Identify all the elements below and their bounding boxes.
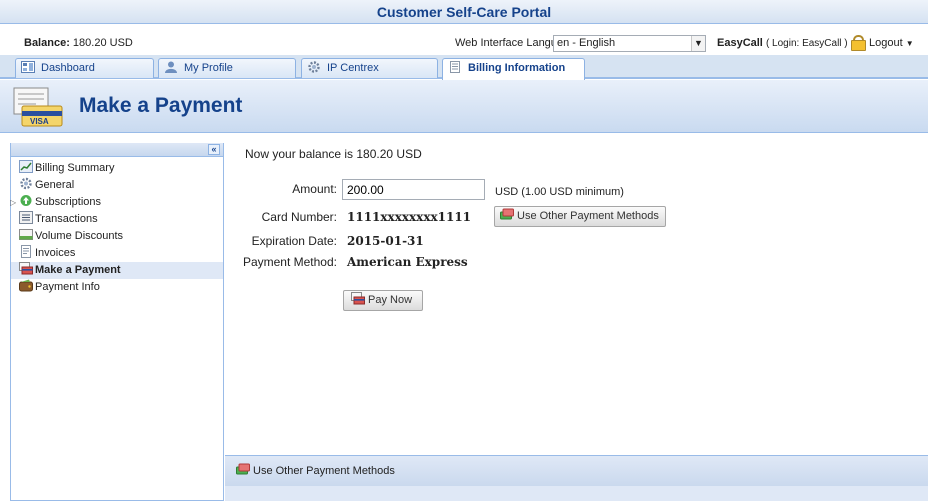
balance-value: 180.20 USD (72, 37, 133, 49)
main-tabs: Dashboard My Profile IP Centrex Billing … (0, 55, 928, 80)
page-title: Make a Payment (79, 94, 243, 117)
language-select[interactable]: en - English ▼ (553, 35, 706, 52)
gear-icon (20, 177, 32, 190)
tab-dashboard-label: Dashboard (41, 62, 95, 74)
invoice-icon (21, 245, 31, 258)
logout-button[interactable]: Logout ▼ (851, 32, 914, 55)
lock-icon (851, 35, 866, 51)
sidebar: « Billing Summary General ▷ Subscription… (10, 143, 224, 501)
sidebar-item-transactions[interactable]: Transactions (11, 211, 223, 228)
pay-now-label: Pay Now (368, 294, 413, 306)
sidebar-item-label: Billing Summary (35, 162, 115, 174)
tab-ip-centrex-label: IP Centrex (327, 62, 379, 74)
language-value: en - English (557, 37, 616, 49)
sidebar-header: « (11, 143, 223, 157)
dashboard-icon (21, 61, 35, 73)
payment-card-icon (19, 262, 33, 275)
logout-label: Logout (869, 37, 903, 49)
current-balance-text: Now your balance is 180.20 USD (245, 147, 422, 161)
payment-methods-icon (500, 208, 514, 220)
user-info: EasyCall ( Login: EasyCall ) (717, 32, 848, 55)
sidebar-item-general[interactable]: General (11, 177, 223, 194)
payment-card-icon (351, 292, 365, 305)
expiration-date-label: Expiration Date: (251, 234, 337, 248)
use-other-payment-methods-label: Use Other Payment Methods (517, 210, 659, 222)
user-icon (165, 61, 177, 73)
sidebar-item-invoices[interactable]: Invoices (11, 245, 223, 262)
chart-icon (19, 160, 33, 173)
footer-use-other-payment-methods-button[interactable]: Use Other Payment Methods (235, 463, 395, 477)
footer-bottom-bar (225, 486, 928, 501)
tab-my-profile[interactable]: My Profile (158, 58, 296, 78)
user-login: ( Login: EasyCall ) (765, 38, 848, 49)
payment-form: Now your balance is 180.20 USD Amount: U… (225, 133, 928, 501)
tab-billing-information[interactable]: Billing Information (442, 58, 585, 80)
info-bar: Balance: 180.20 USD Web Interface Langua… (0, 32, 928, 54)
page-header: VISA Make a Payment (0, 80, 928, 133)
document-icon (450, 61, 460, 73)
subscriptions-icon (20, 195, 32, 206)
sidebar-item-payment-info[interactable]: Payment Info (11, 279, 223, 296)
window-title: Customer Self-Care Portal (0, 0, 928, 24)
user-name: EasyCall (717, 37, 763, 49)
list-icon (19, 211, 33, 224)
footer-toolbar: Use Other Payment Methods (225, 455, 928, 486)
sidebar-item-label: Payment Info (35, 281, 100, 293)
chevron-down-icon[interactable]: ▼ (691, 36, 705, 51)
payment-method-value: American Express (347, 255, 468, 269)
sidebar-item-label: Transactions (35, 213, 98, 225)
sidebar-item-volume-discounts[interactable]: Volume Discounts (11, 228, 223, 245)
card-number-value: 1111xxxxxxxx1111 (347, 210, 472, 224)
discount-icon (19, 229, 33, 240)
tab-ip-centrex[interactable]: IP Centrex (301, 58, 438, 78)
payment-card-icon: VISA (13, 87, 63, 127)
expand-arrow-icon[interactable]: ▷ (10, 194, 16, 211)
payment-methods-icon (236, 463, 250, 475)
sidebar-item-label: Invoices (35, 247, 76, 259)
wallet-icon (19, 279, 33, 292)
balance-display: Balance: 180.20 USD (24, 32, 133, 54)
pay-now-button[interactable]: Pay Now (343, 290, 424, 311)
card-number-label: Card Number: (261, 210, 337, 224)
sidebar-item-make-a-payment[interactable]: Make a Payment (11, 262, 223, 279)
expiration-date-value: 2015-01-31 (347, 234, 424, 248)
gear-icon (308, 61, 320, 73)
payment-method-label: Payment Method: (242, 255, 337, 269)
tab-billing-information-label: Billing Information (468, 62, 566, 74)
amount-hint: USD (1.00 USD minimum) (495, 186, 624, 198)
tab-dashboard[interactable]: Dashboard (15, 58, 154, 78)
sidebar-item-subscriptions[interactable]: ▷ Subscriptions (10, 194, 223, 211)
balance-label: Balance: (24, 37, 70, 49)
chevron-down-icon: ▼ (905, 39, 914, 48)
use-other-payment-methods-button[interactable]: Use Other Payment Methods (494, 206, 666, 227)
footer-use-other-payment-methods-label: Use Other Payment Methods (253, 465, 395, 477)
sidebar-item-billing-summary[interactable]: Billing Summary (11, 160, 223, 177)
sidebar-item-label: Subscriptions (35, 196, 102, 208)
sidebar-tree: Billing Summary General ▷ Subscriptions … (10, 157, 223, 296)
tab-my-profile-label: My Profile (184, 62, 233, 74)
sidebar-item-label: Make a Payment (35, 264, 121, 276)
svg-text:VISA: VISA (30, 117, 49, 126)
amount-label: Amount: (292, 182, 337, 196)
amount-input[interactable] (342, 179, 485, 200)
collapse-sidebar-button[interactable]: « (208, 144, 220, 155)
sidebar-item-label: General (35, 179, 75, 191)
sidebar-item-label: Volume Discounts (35, 230, 124, 242)
